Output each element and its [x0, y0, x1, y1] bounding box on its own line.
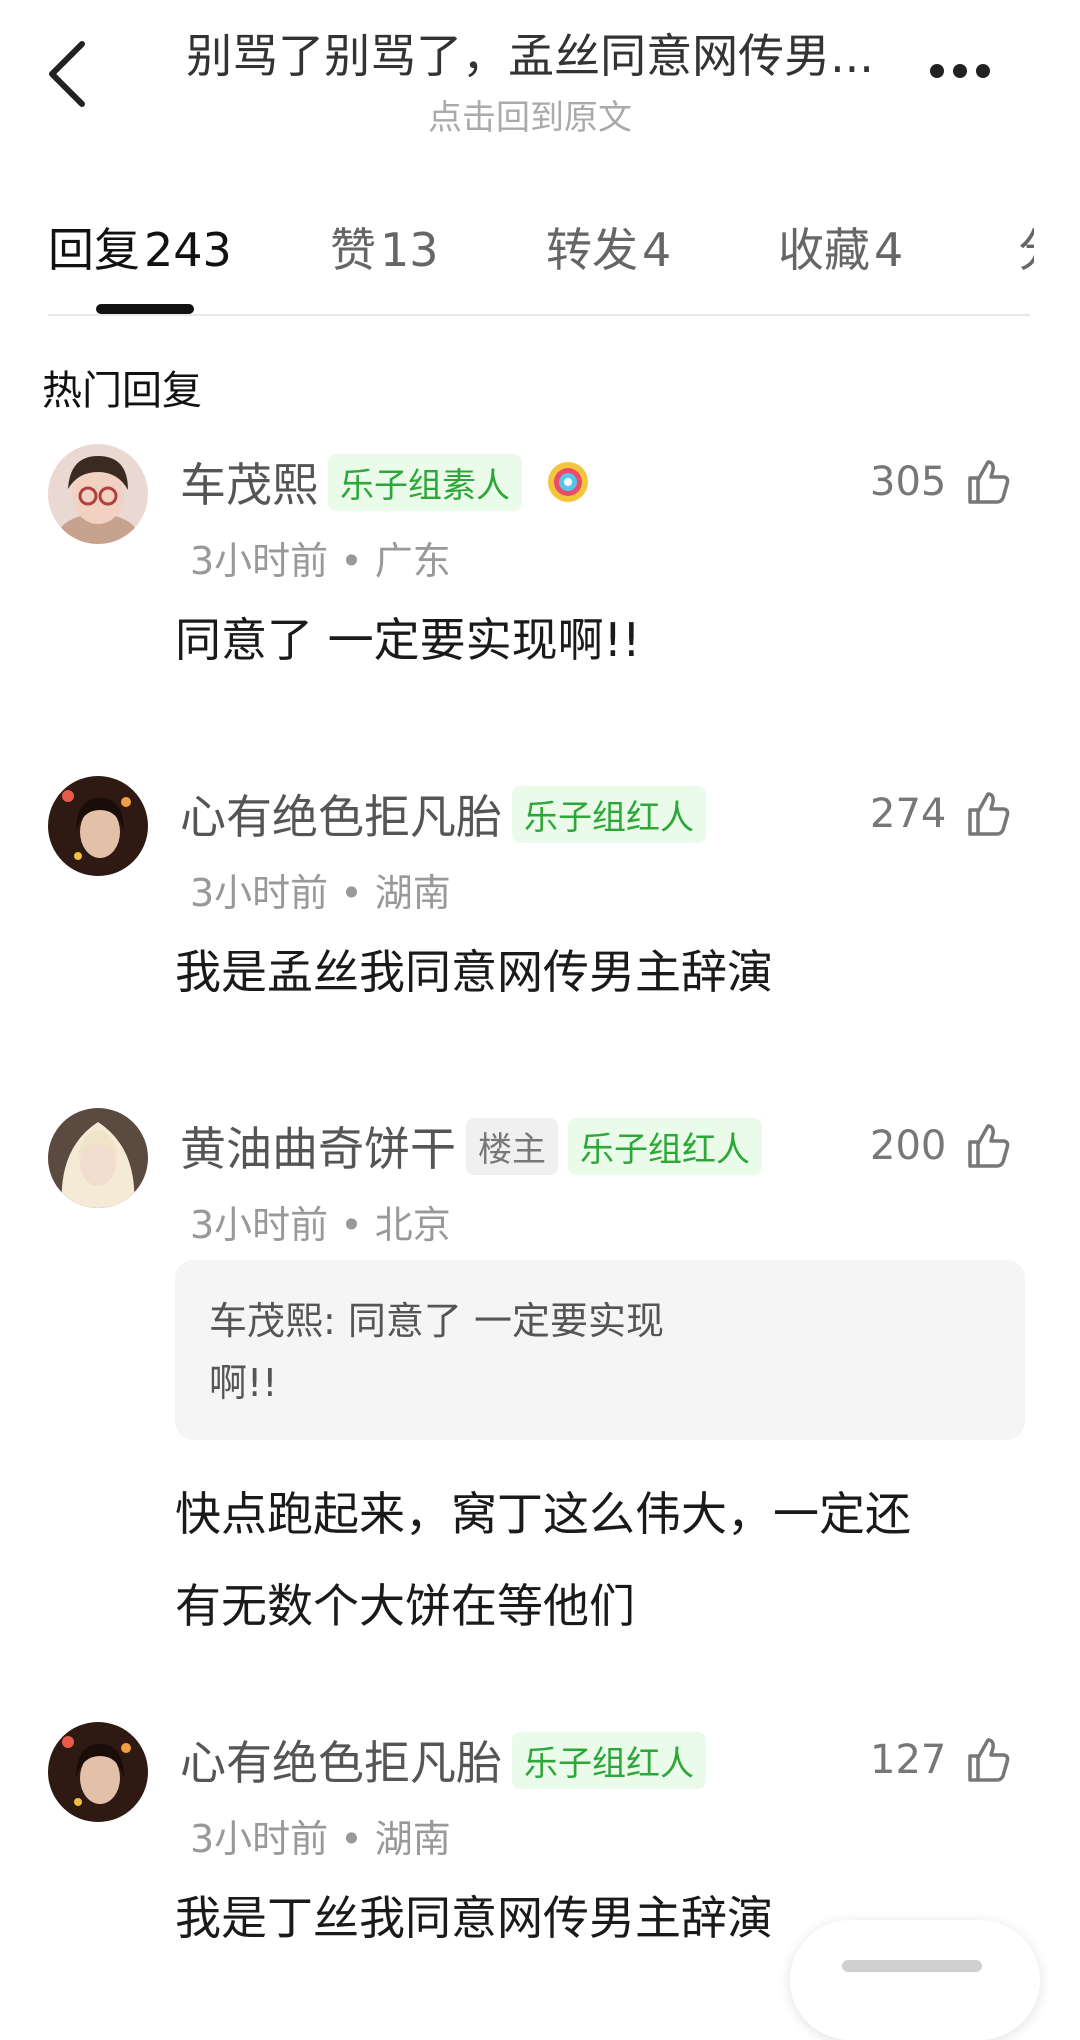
- comment-text-line: 快点跑起来，窝丁这么伟大，一定还: [175, 1487, 911, 1541]
- like-count: 305: [870, 459, 947, 505]
- top-bar: 别骂了别骂了，孟丝同意网传男... 点击回到原文: [0, 0, 1080, 170]
- tab-overflow-peek[interactable]: 分: [1018, 214, 1034, 280]
- username[interactable]: 心有绝色拒凡胎: [180, 1727, 502, 1793]
- quoted-reply[interactable]: 车茂熙: 同意了 一定要实现 啊!!: [175, 1260, 1025, 1440]
- thumbs-up-icon: [968, 460, 1010, 504]
- timestamp: 3小时前: [190, 539, 329, 583]
- comment-text[interactable]: 快点跑起来，窝丁这么伟大，一定还 有无数个大饼在等他们: [175, 1468, 1035, 1652]
- tab-count: 4: [642, 223, 672, 277]
- hot-replies-heading: 热门回复: [42, 368, 202, 414]
- like-button[interactable]: 305: [870, 452, 1012, 512]
- back-to-post-link[interactable]: 点击回到原文: [150, 90, 910, 139]
- post-title[interactable]: 别骂了别骂了，孟丝同意网传男...: [150, 20, 910, 86]
- avatar[interactable]: [48, 1108, 148, 1208]
- tab-label: 转发: [546, 223, 638, 277]
- comment-text[interactable]: 同意了 一定要实现啊!!: [175, 594, 1035, 686]
- like-count: 127: [870, 1737, 947, 1783]
- comment-meta: 3小时前 • 湖南: [190, 1808, 451, 1863]
- comment-header: 车茂熙 乐子组素人: [180, 452, 590, 512]
- quote-text-line: 啊!!: [209, 1361, 278, 1405]
- medal-icon[interactable]: [546, 460, 590, 504]
- comment-text[interactable]: 我是孟丝我同意网传男主辞演: [175, 926, 1035, 1018]
- location: 北京: [374, 1203, 451, 1247]
- like-button[interactable]: 200: [870, 1116, 1012, 1176]
- comment-item: 心有绝色拒凡胎 乐子组红人 274 3小时前 • 湖南 我是孟丝我同意网传男主辞…: [0, 776, 1080, 1036]
- back-icon[interactable]: [40, 34, 100, 114]
- tab-count: 243: [144, 223, 232, 277]
- user-badge[interactable]: 乐子组红人: [568, 1117, 762, 1175]
- timestamp: 3小时前: [190, 1203, 329, 1247]
- timestamp: 3小时前: [190, 871, 329, 915]
- comment-header: 心有绝色拒凡胎 乐子组红人: [180, 784, 716, 844]
- thumbs-up-icon: [968, 1738, 1010, 1782]
- comment-meta: 3小时前 • 北京: [190, 1194, 451, 1249]
- more-icon[interactable]: [930, 50, 1010, 90]
- comment-meta: 3小时前 • 湖南: [190, 862, 451, 917]
- tab-label: 收藏: [778, 223, 870, 277]
- tab-count: 13: [380, 223, 439, 277]
- tab-label: 回复: [48, 223, 140, 277]
- user-badge[interactable]: 乐子组素人: [328, 453, 522, 511]
- location: 湖南: [374, 871, 451, 915]
- username[interactable]: 车茂熙: [180, 449, 318, 515]
- tab-count: 4: [874, 223, 904, 277]
- like-count: 274: [870, 791, 947, 837]
- timestamp: 3小时前: [190, 1817, 329, 1861]
- comment-item: 黄油曲奇饼干 楼主 乐子组红人 200 3小时前 • 北京 车茂熙: 同意了 一…: [0, 1108, 1080, 1668]
- tab-bar: 回复243 赞13 转发4 收藏4 分: [0, 200, 1080, 316]
- comment-header: 黄油曲奇饼干 楼主 乐子组红人: [180, 1116, 772, 1176]
- tab-likes[interactable]: 赞13: [330, 214, 439, 280]
- floating-action-pill[interactable]: [790, 1920, 1040, 2040]
- comment-text-line: 有无数个大饼在等他们: [175, 1579, 635, 1633]
- meta-separator: •: [340, 871, 363, 915]
- like-count: 200: [870, 1123, 947, 1169]
- tab-replies[interactable]: 回复243: [48, 214, 232, 280]
- user-badge[interactable]: 乐子组红人: [512, 785, 706, 843]
- owner-badge: 楼主: [466, 1117, 558, 1175]
- avatar[interactable]: [48, 776, 148, 876]
- tab-reposts[interactable]: 转发4: [546, 214, 671, 280]
- meta-separator: •: [340, 539, 363, 583]
- thumbs-up-icon: [968, 1124, 1010, 1168]
- comment-item: 车茂熙 乐子组素人 305 3小时前 • 广东 同意了 一定要实现啊!!: [0, 444, 1080, 704]
- avatar[interactable]: [48, 1722, 148, 1822]
- comment-header: 心有绝色拒凡胎 乐子组红人: [180, 1730, 716, 1790]
- meta-separator: •: [340, 1817, 363, 1861]
- meta-separator: •: [340, 1203, 363, 1247]
- avatar[interactable]: [48, 444, 148, 544]
- comment-meta: 3小时前 • 广东: [190, 530, 451, 585]
- tab-label: 赞: [330, 223, 376, 277]
- like-button[interactable]: 127: [870, 1730, 1012, 1790]
- divider: [48, 314, 1030, 316]
- active-tab-indicator: [96, 304, 194, 314]
- username[interactable]: 心有绝色拒凡胎: [180, 781, 502, 847]
- like-button[interactable]: 274: [870, 784, 1012, 844]
- quote-text-line: 车茂熙: 同意了 一定要实现: [209, 1299, 664, 1343]
- location: 湖南: [374, 1817, 451, 1861]
- user-badge[interactable]: 乐子组红人: [512, 1731, 706, 1789]
- username[interactable]: 黄油曲奇饼干: [180, 1113, 456, 1179]
- pill-placeholder-bar: [842, 1960, 982, 1972]
- location: 广东: [374, 539, 451, 583]
- thumbs-up-icon: [968, 792, 1010, 836]
- tab-favorites[interactable]: 收藏4: [778, 214, 903, 280]
